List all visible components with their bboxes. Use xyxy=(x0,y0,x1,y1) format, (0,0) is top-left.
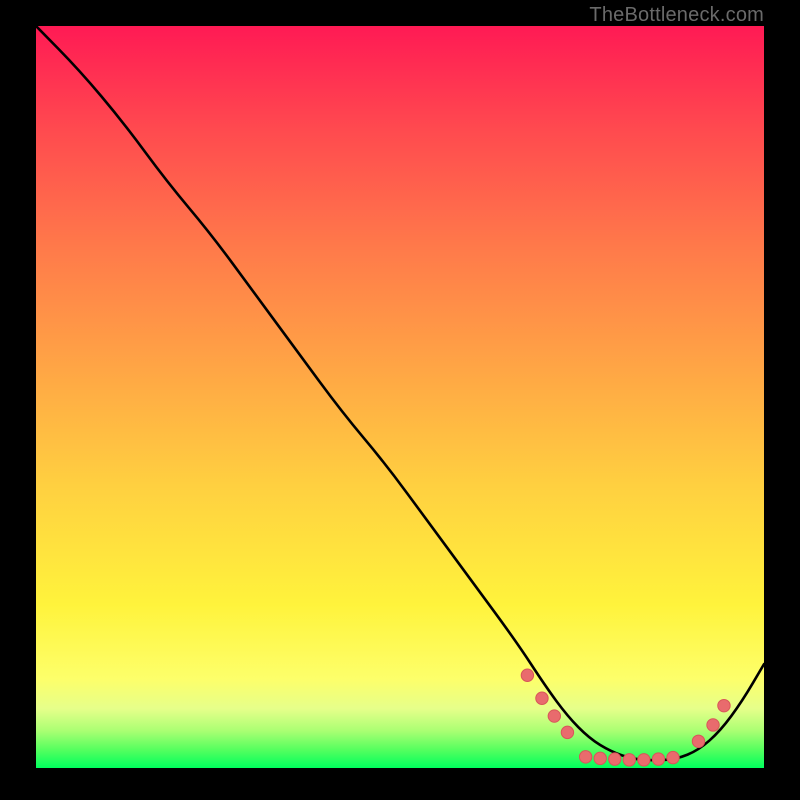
curve-marker xyxy=(561,726,573,738)
bottleneck-curve xyxy=(36,26,764,760)
curve-markers-group xyxy=(521,669,730,766)
curve-marker xyxy=(548,710,560,722)
curve-marker xyxy=(594,752,606,764)
curve-marker xyxy=(521,669,533,681)
curve-marker xyxy=(692,735,704,747)
curve-marker xyxy=(536,692,548,704)
curve-marker xyxy=(652,753,664,765)
curve-marker xyxy=(638,754,650,766)
chart-plot-area xyxy=(36,26,764,768)
curve-marker xyxy=(609,753,621,765)
chart-overlay-svg xyxy=(36,26,764,768)
curve-marker xyxy=(707,719,719,731)
curve-marker xyxy=(667,751,679,763)
curve-marker xyxy=(623,754,635,766)
curve-marker xyxy=(718,699,730,711)
curve-marker xyxy=(579,751,591,763)
attribution-text: TheBottleneck.com xyxy=(589,4,764,27)
